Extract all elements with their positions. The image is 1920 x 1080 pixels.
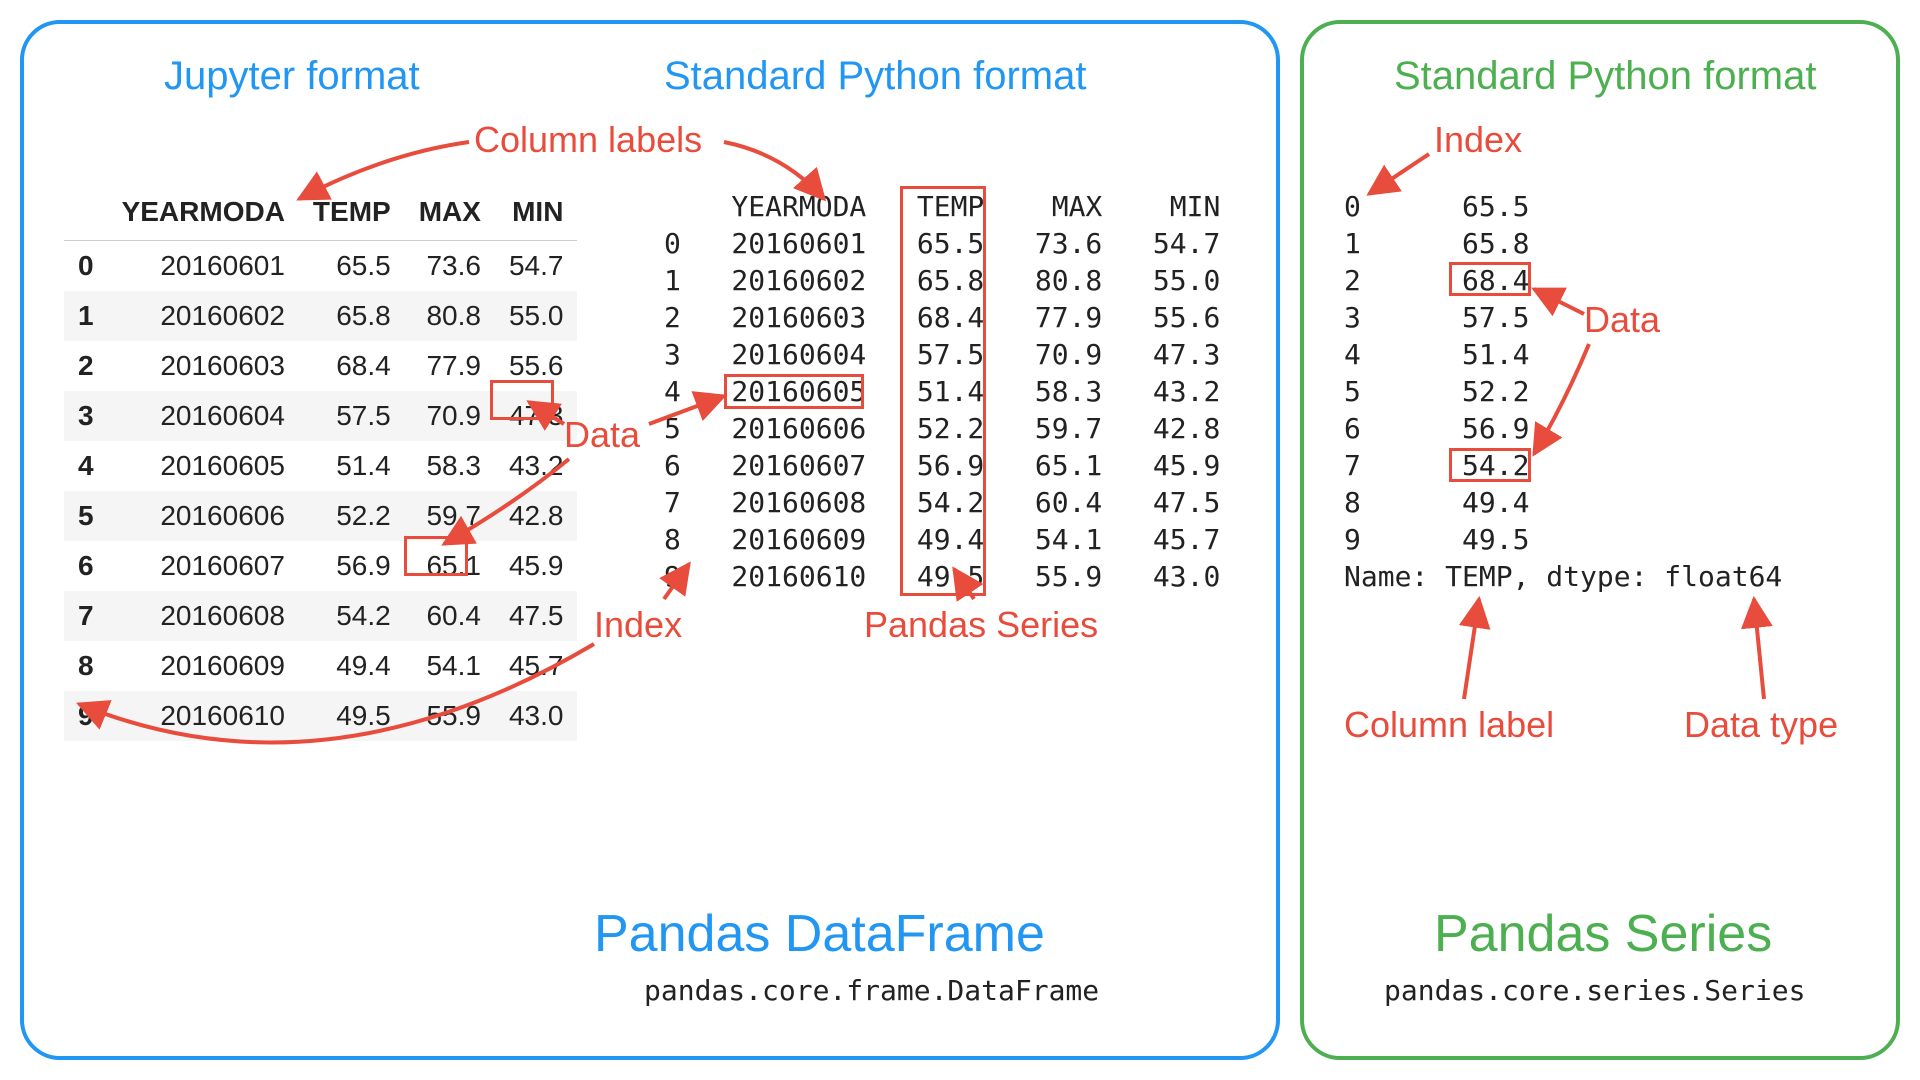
data-cell: 55.0 [495,291,578,341]
data-cell: 20160601 [108,241,299,292]
data-cell: 55.9 [405,691,495,741]
plaintext-series: 0 65.5 1 65.8 2 68.4 3 57.5 4 51.4 5 52.… [1344,189,1782,595]
col-header: MAX [405,184,495,241]
ann-series-data: Data [1584,299,1660,341]
jupyter-format-heading: Jupyter format [164,54,420,99]
col-header: YEARMODA [108,184,299,241]
data-cell: 20160606 [108,491,299,541]
data-cell: 58.3 [405,441,495,491]
data-cell: 45.7 [495,641,578,691]
data-cell: 59.7 [405,491,495,541]
data-cell: 68.4 [299,341,405,391]
index-cell: 4 [64,441,108,491]
data-cell: 56.9 [299,541,405,591]
ann-column-labels: Column labels [474,119,702,161]
data-cell: 20160607 [108,541,299,591]
data-cell: 51.4 [299,441,405,491]
data-cell: 65.1 [405,541,495,591]
index-cell: 6 [64,541,108,591]
index-cell: 0 [64,241,108,292]
dataframe-panel: Jupyter format Standard Python format YE… [20,20,1280,1060]
index-cell: 8 [64,641,108,691]
index-cell: 7 [64,591,108,641]
data-cell: 47.5 [495,591,578,641]
data-cell: 80.8 [405,291,495,341]
data-cell: 49.5 [299,691,405,741]
ann-series-column-label: Column label [1344,704,1554,746]
ann-index: Index [594,604,682,646]
series-panel: Standard Python format 0 65.5 1 65.8 2 6… [1300,20,1900,1060]
data-cell: 20160608 [108,591,299,641]
data-cell: 45.9 [495,541,578,591]
table-header-row: YEARMODA TEMP MAX MIN [64,184,577,241]
index-cell: 3 [64,391,108,441]
python-format-heading-series: Standard Python format [1394,54,1816,99]
index-cell: 5 [64,491,108,541]
data-cell: 52.2 [299,491,405,541]
data-cell: 20160605 [108,441,299,491]
data-cell: 65.5 [299,241,405,292]
ann-pandas-series: Pandas Series [864,604,1098,646]
plaintext-dataframe: YEARMODA TEMP MAX MIN 0 20160601 65.5 73… [664,189,1220,595]
table-row: 12016060265.880.855.0 [64,291,577,341]
python-format-heading-df: Standard Python format [664,54,1086,99]
data-cell: 42.8 [495,491,578,541]
data-cell: 43.0 [495,691,578,741]
data-cell: 54.1 [405,641,495,691]
data-cell: 20160603 [108,341,299,391]
ann-series-index: Index [1434,119,1522,161]
index-cell: 9 [64,691,108,741]
table-row: 32016060457.570.947.3 [64,391,577,441]
data-cell: 65.8 [299,291,405,341]
table-row: 52016060652.259.742.8 [64,491,577,541]
data-cell: 54.7 [495,241,578,292]
data-cell: 73.6 [405,241,495,292]
table-row: 92016061049.555.943.0 [64,691,577,741]
ann-data: Data [564,414,640,456]
series-subtitle: pandas.core.series.Series [1384,974,1805,1007]
series-title: Pandas Series [1434,904,1772,964]
dataframe-title: Pandas DataFrame [594,904,1045,964]
data-cell: 49.4 [299,641,405,691]
data-cell: 70.9 [405,391,495,441]
index-cell: 1 [64,291,108,341]
jupyter-table: YEARMODA TEMP MAX MIN 02016060165.573.65… [64,184,577,741]
table-row: 22016060368.477.955.6 [64,341,577,391]
col-header: MIN [495,184,578,241]
table-row: 42016060551.458.343.2 [64,441,577,491]
data-cell: 77.9 [405,341,495,391]
data-cell: 57.5 [299,391,405,441]
dataframe-subtitle: pandas.core.frame.DataFrame [644,974,1099,1007]
data-cell: 55.6 [495,341,578,391]
table-row: 02016060165.573.654.7 [64,241,577,292]
data-cell: 60.4 [405,591,495,641]
table-row: 62016060756.965.145.9 [64,541,577,591]
table-row: 82016060949.454.145.7 [64,641,577,691]
index-cell: 2 [64,341,108,391]
data-cell: 20160610 [108,691,299,741]
data-cell: 54.2 [299,591,405,641]
ann-series-data-type: Data type [1684,704,1838,746]
data-cell: 20160604 [108,391,299,441]
table-row: 72016060854.260.447.5 [64,591,577,641]
data-cell: 20160609 [108,641,299,691]
data-cell: 20160602 [108,291,299,341]
col-header: TEMP [299,184,405,241]
